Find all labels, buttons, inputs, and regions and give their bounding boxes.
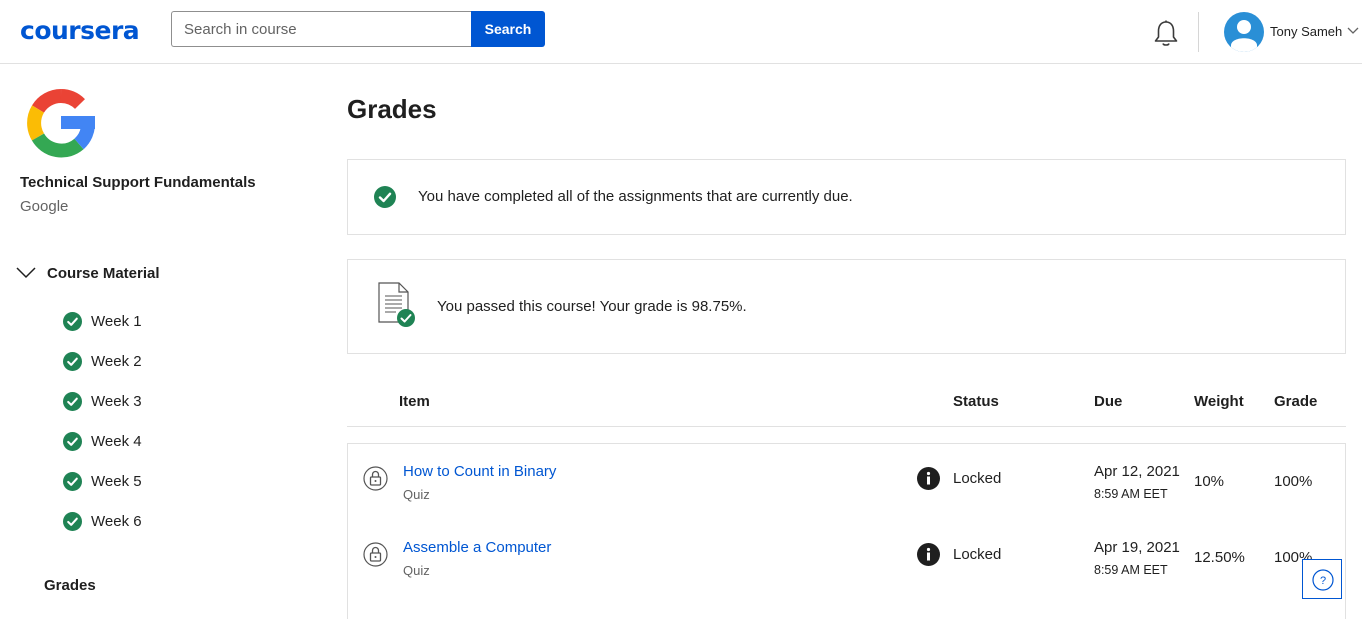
column-header-due: Due [1094,393,1123,410]
sidebar-item-week-6[interactable]: Week 6 [63,510,142,532]
completion-banner: You have completed all of the assignment… [347,159,1346,235]
table-row: How to Count in Binary Quiz Locked Apr 1… [347,443,1346,521]
top-navigation-bar: coursera Search Tony Sameh [0,0,1362,64]
chevron-down-icon[interactable] [16,267,36,279]
chevron-down-icon[interactable] [1347,27,1359,35]
weight-value: 10% [1194,473,1225,490]
sidebar-item-week-4[interactable]: Week 4 [63,430,142,452]
week-label: Week 5 [91,472,142,490]
check-circle-icon [63,511,82,531]
assignment-type: Quiz [403,563,430,578]
due-date: Apr 19, 2021 [1094,539,1180,556]
week-label: Week 3 [91,392,142,410]
lock-icon [363,466,388,491]
due-date: Apr 12, 2021 [1094,463,1180,480]
sidebar-item-week-5[interactable]: Week 5 [63,470,142,492]
check-circle-icon [63,311,82,331]
sidebar-item-week-2[interactable]: Week 2 [63,350,142,372]
lock-icon [363,542,388,567]
course-partner: Google [20,198,69,215]
check-circle-icon [374,186,396,208]
check-circle-icon [63,351,82,371]
svg-text:?: ? [1320,575,1326,587]
status-text: Locked [953,546,1002,563]
due-time: 8:59 AM EET [1094,563,1168,577]
week-label: Week 6 [91,512,142,530]
course-material-toggle[interactable]: Course Material [47,265,160,282]
search-input[interactable] [171,11,471,47]
search-button[interactable]: Search [471,11,545,47]
table-row [347,597,1346,619]
grade-value: 100% [1274,473,1313,490]
week-label: Week 1 [91,312,142,330]
check-circle-icon [63,471,82,491]
course-passed-banner: You passed this course! Your grade is 98… [347,259,1346,354]
table-row: Assemble a Computer Quiz Locked Apr 19, … [347,520,1346,598]
page-title: Grades [347,94,437,124]
user-name[interactable]: Tony Sameh [1270,24,1342,39]
course-passed-message: You passed this course! Your grade is 98… [437,298,747,315]
table-header-divider [347,426,1346,427]
due-time: 8:59 AM EET [1094,487,1168,501]
check-circle-icon [63,431,82,451]
assignment-link[interactable]: How to Count in Binary [403,463,556,480]
column-header-item: Item [399,393,430,410]
header-divider [1198,12,1199,52]
info-icon[interactable] [917,467,940,490]
check-circle-icon [63,391,82,411]
column-header-status: Status [953,393,999,410]
column-header-weight: Weight [1194,393,1244,410]
status-text: Locked [953,470,1002,487]
help-icon: ? [1312,569,1334,591]
sidebar-item-week-1[interactable]: Week 1 [63,310,142,332]
sidebar-item-week-3[interactable]: Week 3 [63,390,142,412]
course-title[interactable]: Technical Support Fundamentals [20,174,256,191]
week-label: Week 4 [91,432,142,450]
document-check-icon [378,282,415,327]
completion-message: You have completed all of the assignment… [418,188,853,205]
weight-value: 12.50% [1194,549,1245,566]
assignment-link[interactable]: Assemble a Computer [403,539,551,556]
info-icon[interactable] [917,543,940,566]
bell-icon[interactable] [1153,20,1179,48]
sidebar-item-grades[interactable]: Grades [44,577,96,594]
help-button[interactable]: ? [1302,559,1342,599]
assignment-type: Quiz [403,487,430,502]
user-avatar-icon[interactable] [1224,12,1264,52]
column-header-grade: Grade [1274,393,1318,410]
week-label: Week 2 [91,352,142,370]
google-logo [27,89,95,158]
coursera-logo[interactable]: coursera [20,16,140,45]
